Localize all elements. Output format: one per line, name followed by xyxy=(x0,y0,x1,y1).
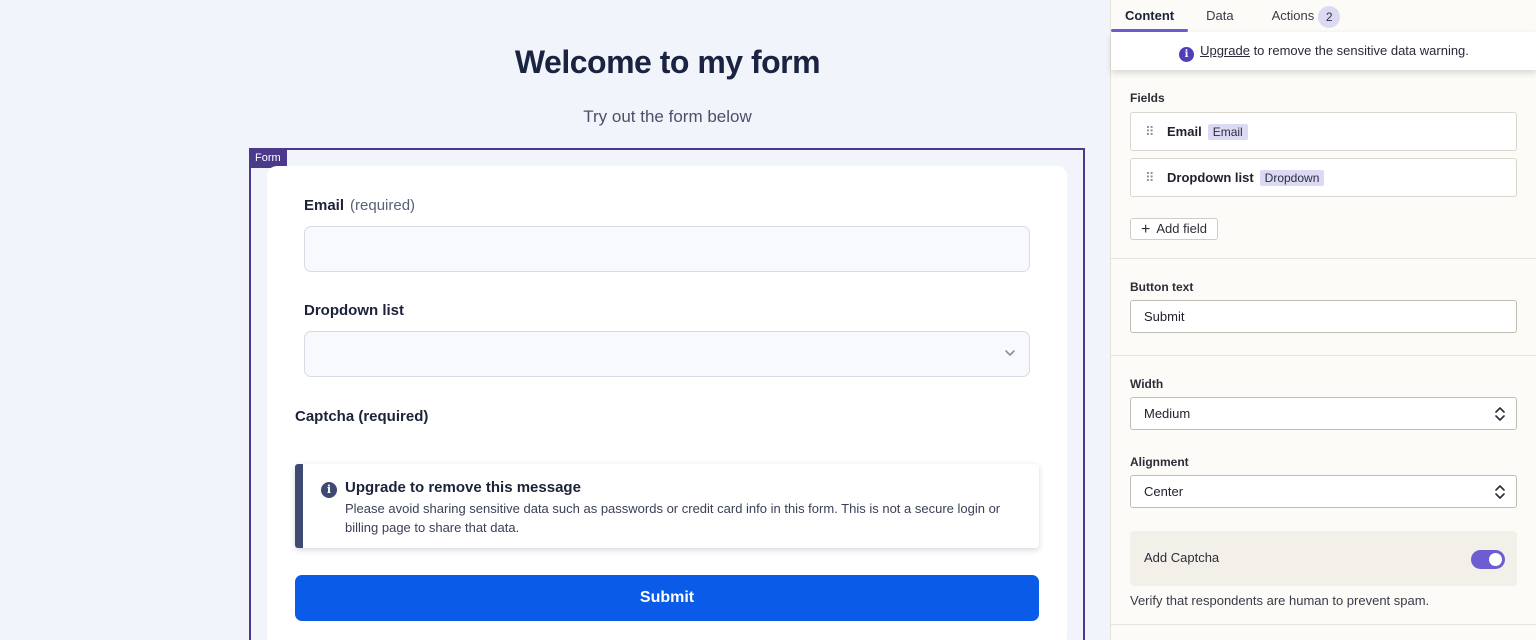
field-row-name: Dropdown list Dropdown xyxy=(1167,170,1325,186)
actions-count-badge: 2 xyxy=(1318,5,1341,28)
field-row-dropdown[interactable]: ⠿ Dropdown list Dropdown xyxy=(1130,158,1517,197)
tab-data[interactable]: Data xyxy=(1192,0,1247,32)
up-down-chevron-icon xyxy=(1495,407,1505,421)
button-text-input[interactable]: Submit xyxy=(1130,300,1517,333)
email-label-text: Email xyxy=(304,197,345,214)
alignment-label: Alignment xyxy=(1130,455,1189,469)
divider xyxy=(1111,258,1536,259)
tab-actions-label: Actions xyxy=(1271,8,1315,23)
width-select[interactable]: Medium xyxy=(1130,397,1517,430)
add-field-button[interactable]: + Add field xyxy=(1130,218,1218,240)
settings-panel: Content Data Actions 2 i Upgrade to remove… xyxy=(1110,0,1536,640)
captcha-toggle[interactable] xyxy=(1471,550,1505,569)
tab-content-label: Content xyxy=(1125,8,1175,23)
field-name: Email xyxy=(1167,124,1202,139)
tab-data-label: Data xyxy=(1206,8,1234,23)
chevron-down-icon xyxy=(1005,350,1015,356)
form-frame-tag: Form xyxy=(249,148,287,168)
button-text-label: Button text xyxy=(1130,280,1194,294)
toggle-knob xyxy=(1489,553,1502,566)
dropdown-select[interactable] xyxy=(304,331,1030,377)
field-type-badge: Email xyxy=(1207,124,1248,140)
info-icon: i xyxy=(1179,47,1195,62)
field-name: Dropdown list xyxy=(1167,170,1254,185)
tab-content[interactable]: Content xyxy=(1111,0,1189,32)
email-required-text: (required) xyxy=(350,197,416,214)
fields-section-label: Fields xyxy=(1130,91,1165,105)
notice-title: Upgrade to remove this message xyxy=(345,479,581,496)
tab-actions[interactable]: Actions 2 xyxy=(1258,0,1355,32)
upgrade-banner: i Upgrade to remove the sensitive data wa… xyxy=(1111,32,1536,70)
drag-handle-icon[interactable]: ⠿ xyxy=(1145,170,1154,186)
email-input[interactable] xyxy=(304,226,1030,272)
info-icon: i xyxy=(321,482,337,498)
email-label: Email (required) xyxy=(304,197,415,214)
field-row-name: Email Email xyxy=(1167,124,1248,140)
captcha-label: Captcha (required) xyxy=(295,408,429,425)
up-down-chevron-icon xyxy=(1495,485,1505,499)
upgrade-link[interactable]: Upgrade xyxy=(1200,43,1250,58)
field-type-badge: Dropdown xyxy=(1259,170,1325,186)
submit-button[interactable]: Submit xyxy=(295,575,1039,621)
divider xyxy=(1111,355,1536,356)
field-row-email[interactable]: ⠿ Email Email xyxy=(1130,112,1517,151)
alignment-select-value: Center xyxy=(1144,484,1184,499)
dropdown-label: Dropdown list xyxy=(304,302,404,319)
alignment-select[interactable]: Center xyxy=(1130,475,1517,508)
drag-handle-icon[interactable]: ⠿ xyxy=(1145,124,1154,140)
add-field-label: Add field xyxy=(1156,221,1207,236)
width-label: Width xyxy=(1130,377,1164,391)
add-captcha-label: Add Captcha xyxy=(1144,550,1220,565)
captcha-setting: Add Captcha xyxy=(1130,531,1517,586)
panel-tabs: Content Data Actions 2 xyxy=(1111,0,1536,32)
upgrade-banner-text: to remove the sensitive data warning. xyxy=(1249,43,1469,58)
form-canvas: Welcome to my form Try out the form belo… xyxy=(0,0,1110,640)
captcha-help-text: Verify that respondents are human to pre… xyxy=(1130,593,1430,608)
sensitive-data-notice: i Upgrade to remove this message Please … xyxy=(295,464,1039,548)
width-select-value: Medium xyxy=(1144,406,1191,421)
plus-icon: + xyxy=(1141,221,1151,238)
divider xyxy=(1111,624,1536,625)
notice-body: Please avoid sharing sensitive data such… xyxy=(345,501,1001,535)
